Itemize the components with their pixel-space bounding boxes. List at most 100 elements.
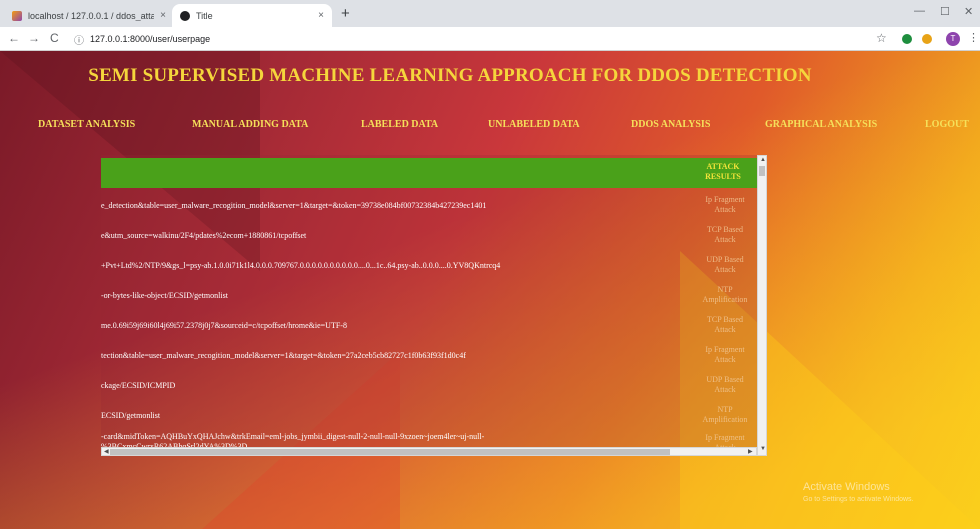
attack-line: NTP: [717, 405, 733, 414]
table-row: ECSID/getmonlist NTP Amplification: [101, 402, 757, 432]
attack-line: Ip Fragment: [705, 345, 745, 354]
header-line: ATTACK: [706, 162, 740, 171]
table-row: ckage/ECSID/ICMPID UDP Based Attack: [101, 372, 757, 402]
attack-line: Attack: [714, 385, 736, 394]
attack-line: Ip Fragment: [705, 195, 745, 204]
page-content: SEMI SUPERVISED MACHINE LEARNING APPROAC…: [0, 51, 980, 529]
bookmark-star-icon[interactable]: ☆: [876, 31, 887, 45]
attack-line: UDP Based: [706, 375, 744, 384]
nav-unlabeled-data[interactable]: UNLABELED DATA: [488, 119, 580, 130]
table-row: -or-bytes-like-object/ECSID/getmonlist N…: [101, 282, 757, 312]
attack-line: Attack: [714, 265, 736, 274]
attack-results-header: ATTACK RESULTS: [691, 162, 755, 182]
url-line: e&utm_source=walkinu/2F4/pdates%2ecom+18…: [101, 231, 307, 240]
attack-cell: UDP Based Attack: [695, 375, 755, 395]
url-line: ckage/ECSID/ICMPID: [101, 381, 176, 390]
attack-line: TCP Based: [707, 225, 743, 234]
attack-line: Attack: [714, 355, 736, 364]
tab-title-page[interactable]: Title ×: [172, 4, 332, 27]
tab-phpmyadmin[interactable]: localhost / 127.0.0.1 / ddos_attac ×: [4, 4, 174, 27]
table-row: me.0.69i59j69i60l4j69i57.2378j0j7&source…: [101, 312, 757, 342]
browser-menu-icon[interactable]: ⋮: [968, 31, 979, 44]
attack-line: Ip Fragment: [705, 433, 745, 442]
url-text: 127.0.0.1:8000/user/userpage: [90, 34, 211, 44]
url-line: tection&table=user_malware_recogition_mo…: [101, 351, 466, 360]
url-line: me.0.69i59j69i60l4j69i57.2378j0j7&source…: [101, 321, 347, 330]
tab-close-icon[interactable]: ×: [318, 10, 324, 21]
profile-avatar[interactable]: T: [946, 32, 960, 46]
site-info-icon[interactable]: ⓘ: [74, 32, 84, 47]
forward-button[interactable]: →: [28, 31, 40, 45]
table-row: e_detection&table=user_malware_recogitio…: [101, 192, 757, 222]
extension-green-icon[interactable]: [902, 34, 912, 44]
tab-close-icon[interactable]: ×: [160, 10, 166, 21]
horizontal-scrollbar[interactable]: ◀ ▶: [101, 447, 757, 456]
attack-line: TCP Based: [707, 315, 743, 324]
attack-line: Amplification: [702, 295, 748, 304]
tab-title: Title: [196, 10, 213, 21]
reload-button[interactable]: C: [50, 31, 59, 45]
url-cell: ckage/ECSID/ICMPID: [101, 381, 686, 391]
attack-cell: NTP Amplification: [695, 285, 755, 305]
url-cell: ECSID/getmonlist: [101, 411, 686, 421]
url-cell: -or-bytes-like-object/ECSID/getmonlist: [101, 291, 686, 301]
page-favicon-icon: [180, 10, 190, 21]
attack-line: Attack: [714, 325, 736, 334]
nav-manual-adding-data[interactable]: MANUAL ADDING DATA: [192, 119, 308, 130]
attack-cell: Ip Fragment Attack: [695, 345, 755, 365]
window-close-button[interactable]: ✕: [964, 5, 973, 18]
attack-cell: TCP Based Attack: [695, 225, 755, 245]
url-line: -card&midToken=AQHBuYxQHAJchw&trkEmail=e…: [101, 432, 485, 441]
url-cell: tection&table=user_malware_recogition_mo…: [101, 351, 686, 361]
minimize-button[interactable]: —: [914, 5, 925, 17]
maximize-button[interactable]: ☐: [940, 5, 950, 18]
watermark-title: Activate Windows: [803, 481, 890, 493]
extension-orange-icon[interactable]: [922, 34, 932, 44]
table-row: +Pvt+Ltd%2/NTP/9&gs_l=psy-ab.1.0.0i71k1l…: [101, 252, 757, 282]
url-cell: +Pvt+Ltd%2/NTP/9&gs_l=psy-ab.1.0.0i71k1l…: [101, 261, 686, 271]
url-cell: e_detection&table=user_malware_recogitio…: [101, 201, 686, 211]
attack-cell: NTP Amplification: [695, 405, 755, 425]
scroll-left-icon[interactable]: ◀: [104, 448, 109, 455]
nav-ddos-analysis[interactable]: DDOS ANALYSIS: [631, 119, 710, 130]
attack-line: Attack: [714, 205, 736, 214]
phpmyadmin-favicon-icon: [12, 10, 22, 21]
page-title: SEMI SUPERVISED MACHINE LEARNING APPROAC…: [88, 65, 812, 86]
results-table[interactable]: ATTACK RESULTS e_detection&table=user_ma…: [101, 155, 767, 456]
vertical-scrollbar[interactable]: ▲ ▼: [757, 155, 767, 456]
nav-labeled-data[interactable]: LABELED DATA: [361, 119, 438, 130]
url-line: -or-bytes-like-object/ECSID/getmonlist: [101, 291, 228, 300]
scroll-up-icon[interactable]: ▲: [760, 157, 766, 163]
attack-line: UDP Based: [706, 255, 744, 264]
activate-windows-watermark: Activate Windows Go to Settings to activ…: [803, 481, 914, 503]
scroll-right-icon[interactable]: ▶: [748, 448, 753, 455]
url-cell: e&utm_source=walkinu/2F4/pdates%2ecom+18…: [101, 231, 686, 241]
address-bar-row: ← → C ⓘ 127.0.0.1:8000/user/userpage ☆ T…: [0, 27, 980, 51]
url-line: +Pvt+Ltd%2/NTP/9&gs_l=psy-ab.1.0.0i71k1l…: [101, 261, 501, 270]
table-header: ATTACK RESULTS: [101, 158, 757, 188]
attack-cell: TCP Based Attack: [695, 315, 755, 335]
nav-graphical-analysis[interactable]: GRAPHICAL ANALYSIS: [765, 119, 877, 130]
nav-logout[interactable]: LOGOUT: [925, 119, 969, 130]
url-line: e_detection&table=user_malware_recogitio…: [101, 201, 487, 210]
table-row: tection&table=user_malware_recogition_mo…: [101, 342, 757, 372]
watermark-subtitle: Go to Settings to activate Windows.: [803, 496, 914, 503]
new-tab-button[interactable]: +: [341, 5, 350, 22]
browser-tab-bar: localhost / 127.0.0.1 / ddos_attac × Tit…: [0, 0, 980, 27]
attack-line: Attack: [714, 235, 736, 244]
main-nav: DATASET ANALYSIS MANUAL ADDING DATA LABE…: [0, 112, 980, 138]
header-line: RESULTS: [705, 172, 741, 181]
url-input[interactable]: ⓘ 127.0.0.1:8000/user/userpage: [74, 30, 854, 48]
attack-line: Amplification: [702, 415, 748, 424]
attack-cell: Ip Fragment Attack: [695, 195, 755, 215]
scroll-down-icon[interactable]: ▼: [760, 446, 766, 452]
back-button[interactable]: ←: [8, 31, 20, 45]
attack-line: NTP: [717, 285, 733, 294]
horizontal-scroll-thumb[interactable]: [110, 449, 670, 455]
nav-dataset-analysis[interactable]: DATASET ANALYSIS: [38, 119, 135, 130]
attack-cell: UDP Based Attack: [695, 255, 755, 275]
url-line: ECSID/getmonlist: [101, 411, 161, 420]
vertical-scroll-thumb[interactable]: [759, 166, 765, 176]
url-cell: me.0.69i59j69i60l4j69i57.2378j0j7&source…: [101, 321, 686, 331]
tab-title: localhost / 127.0.0.1 / ddos_attac: [28, 10, 155, 21]
